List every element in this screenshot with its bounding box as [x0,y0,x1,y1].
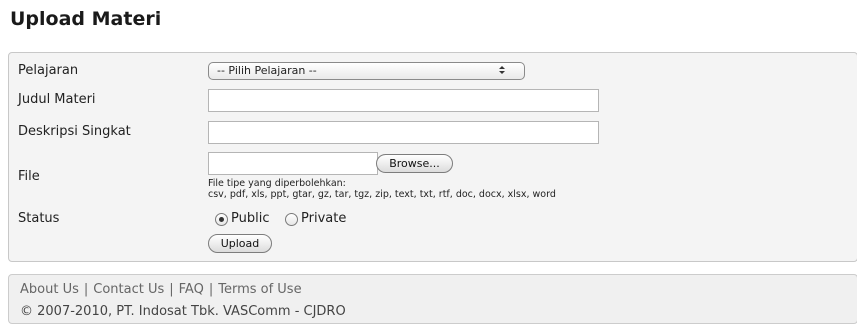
file-type-hint: File tipe yang diperbolehkan: csv, pdf, … [208,178,556,200]
status-label: Status [18,211,60,226]
footer-separator: | [169,282,174,297]
deskripsi-singkat-label: Deskripsi Singkat [18,124,131,139]
status-public-label[interactable]: Public [231,211,269,226]
footer-link-faq[interactable]: FAQ [179,282,204,297]
footer-separator: | [83,282,89,297]
deskripsi-singkat-input[interactable] [208,121,599,144]
status-private-label[interactable]: Private [301,211,346,226]
footer-separator: | [208,282,214,297]
footer-link-contact[interactable]: Contact Us [93,282,164,297]
status-private-radio[interactable] [285,213,298,226]
judul-materi-label: Judul Materi [18,92,96,107]
pelajaran-select[interactable]: -- Pilih Pelajaran -- [208,62,525,80]
file-type-hint-title: File tipe yang diperbolehkan: [208,178,346,189]
footer-copyright: © 2007-2010, PT. Indosat Tbk. VASComm - … [20,304,346,319]
file-type-hint-list: csv, pdf, xls, ppt, gtar, gz, tar, tgz, … [208,189,556,200]
status-public-radio[interactable] [215,213,228,226]
pelajaran-label: Pelajaran [18,63,79,78]
judul-materi-input[interactable] [208,89,599,112]
footer-links: About Us | Contact Us | FAQ | Terms of Use [20,282,302,297]
updown-chevron-icon [497,64,507,78]
page-title: Upload Materi [10,8,162,30]
footer-link-terms[interactable]: Terms of Use [218,282,301,297]
pelajaran-select-value: -- Pilih Pelajaran -- [217,64,317,77]
radio-selected-icon [219,217,224,222]
upload-form-panel: Pelajaran -- Pilih Pelajaran -- Judul Ma… [8,52,857,262]
file-path-field[interactable] [208,152,378,175]
browse-button[interactable]: Browse... [376,154,453,173]
footer-link-about[interactable]: About Us [20,282,79,297]
footer: About Us | Contact Us | FAQ | Terms of Use © 2… [8,274,857,324]
file-label: File [18,169,40,184]
upload-button[interactable]: Upload [208,234,272,253]
